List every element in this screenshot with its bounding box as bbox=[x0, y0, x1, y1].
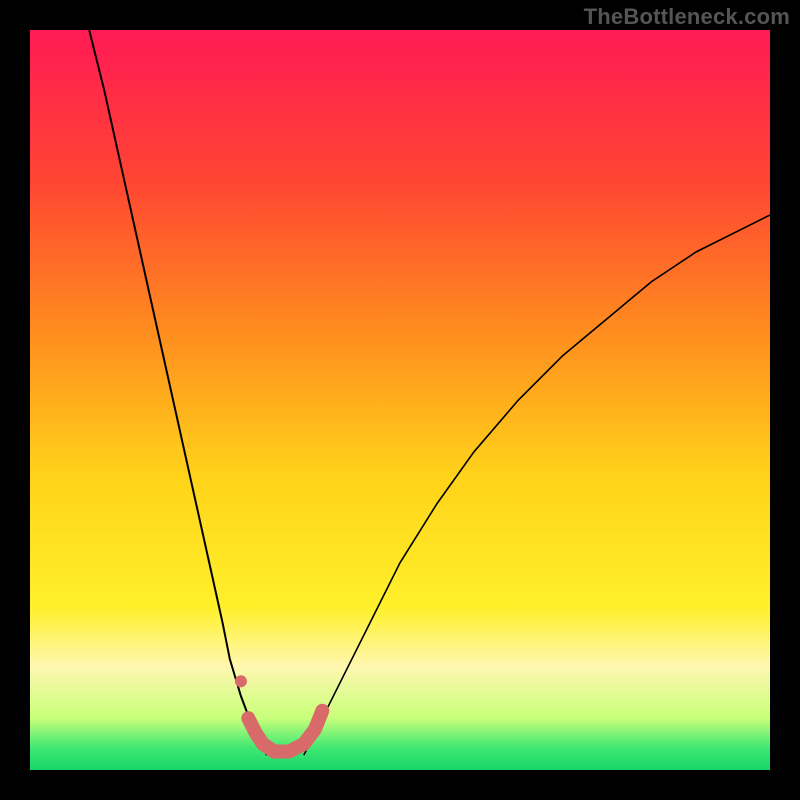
chart-svg bbox=[30, 30, 770, 770]
gradient-background bbox=[30, 30, 770, 770]
marker-red-dot bbox=[235, 675, 247, 687]
plot-area bbox=[30, 30, 770, 770]
chart-frame: TheBottleneck.com bbox=[0, 0, 800, 800]
watermark-text: TheBottleneck.com bbox=[584, 4, 790, 30]
